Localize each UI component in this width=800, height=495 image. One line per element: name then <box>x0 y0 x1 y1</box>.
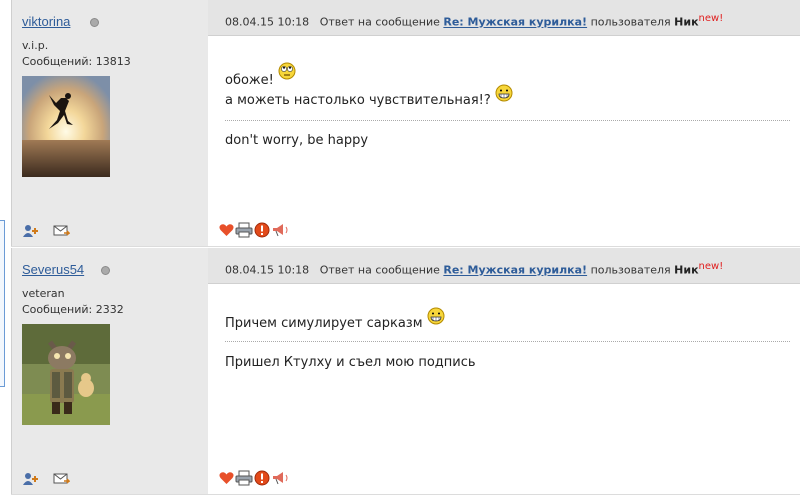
online-status-icon <box>90 18 99 27</box>
forum-post: Severus54 veteran Сообщений: 2332 08.04.… <box>11 248 800 495</box>
post-header: 08.04.15 10:18 Ответ на сообщение Re: Му… <box>208 248 800 284</box>
send-message-icon[interactable] <box>53 472 70 486</box>
send-message-icon[interactable] <box>53 224 70 238</box>
report-icon[interactable] <box>254 222 270 238</box>
post-author-panel: Severus54 veteran Сообщений: 2332 <box>11 248 209 494</box>
signature: don't worry, be happy <box>225 133 369 148</box>
grin-smiley-icon <box>427 307 445 325</box>
post-author-panel: viktorina v.i.p. Сообщений: 13813 <box>11 0 209 246</box>
post-header: 08.04.15 10:18 Ответ на сообщение Re: Му… <box>208 0 800 36</box>
reply-user[interactable]: Ник <box>674 264 698 277</box>
author-message-count: Сообщений: 13813 <box>22 55 131 68</box>
online-status-icon <box>101 266 110 275</box>
side-panel-tab[interactable] <box>0 220 5 387</box>
add-friend-icon[interactable] <box>22 472 39 486</box>
print-icon[interactable] <box>235 222 253 238</box>
grin-smiley-icon <box>495 84 513 102</box>
left-frame-edge <box>0 0 11 494</box>
like-heart-icon[interactable] <box>219 471 234 485</box>
reply-user[interactable]: Ник <box>674 16 698 29</box>
thread-link[interactable]: Re: Мужская курилка! <box>443 264 587 277</box>
new-badge: new! <box>698 13 724 24</box>
user-prefix: пользователя <box>590 263 671 277</box>
author-rank: v.i.p. <box>22 39 49 52</box>
signature-separator <box>225 120 790 121</box>
message-line: Причем симулирует сарказм <box>225 307 445 331</box>
author-username[interactable]: viktorina <box>22 14 70 29</box>
avatar[interactable] <box>22 76 110 177</box>
signature: Пришел Ктулху и съел мою подпись <box>225 355 476 370</box>
thread-link[interactable]: Re: Мужская курилка! <box>443 16 587 29</box>
add-friend-icon[interactable] <box>22 224 39 238</box>
like-heart-icon[interactable] <box>219 223 234 237</box>
user-prefix: пользователя <box>590 15 671 29</box>
author-message-count: Сообщений: 2332 <box>22 303 124 316</box>
report-icon[interactable] <box>254 470 270 486</box>
megaphone-icon[interactable] <box>271 222 291 238</box>
reply-prefix: Ответ на сообщение <box>319 15 440 29</box>
signature-separator <box>225 341 790 342</box>
rolling-eyes-smiley-icon <box>278 62 296 80</box>
reply-prefix: Ответ на сообщение <box>319 263 440 277</box>
post-datetime: 08.04.15 10:18 <box>225 263 310 277</box>
print-icon[interactable] <box>235 470 253 486</box>
author-rank: veteran <box>22 287 65 300</box>
new-badge: new! <box>698 261 724 272</box>
megaphone-icon[interactable] <box>271 470 291 486</box>
forum-post: viktorina v.i.p. Сообщений: 13813 08.04.… <box>11 0 800 247</box>
post-content: 08.04.15 10:18 Ответ на сообщение Re: Му… <box>208 248 800 494</box>
post-datetime: 08.04.15 10:18 <box>225 15 310 29</box>
avatar[interactable] <box>22 324 110 425</box>
post-content: 08.04.15 10:18 Ответ на сообщение Re: Му… <box>208 0 800 246</box>
message-line: а можеть настолько чувствительная!? <box>225 84 513 108</box>
author-username[interactable]: Severus54 <box>22 262 84 277</box>
